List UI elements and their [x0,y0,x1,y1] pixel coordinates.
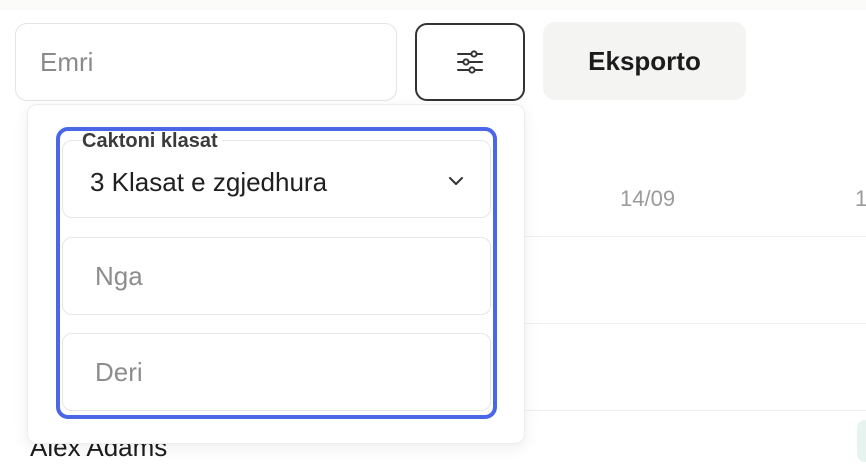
row-divider [525,236,866,237]
name-search-input[interactable] [15,23,397,101]
sliders-icon [457,50,483,74]
highlight-frame [56,127,497,419]
status-badge [857,420,866,462]
row-divider [525,323,866,324]
column-header-date-clipped: 1 [855,186,866,211]
top-strip [0,0,866,10]
filter-button[interactable] [415,23,525,101]
column-header-date: 14/09 [620,186,676,211]
export-button[interactable]: Eksporto [543,22,746,100]
row-divider [525,410,866,411]
